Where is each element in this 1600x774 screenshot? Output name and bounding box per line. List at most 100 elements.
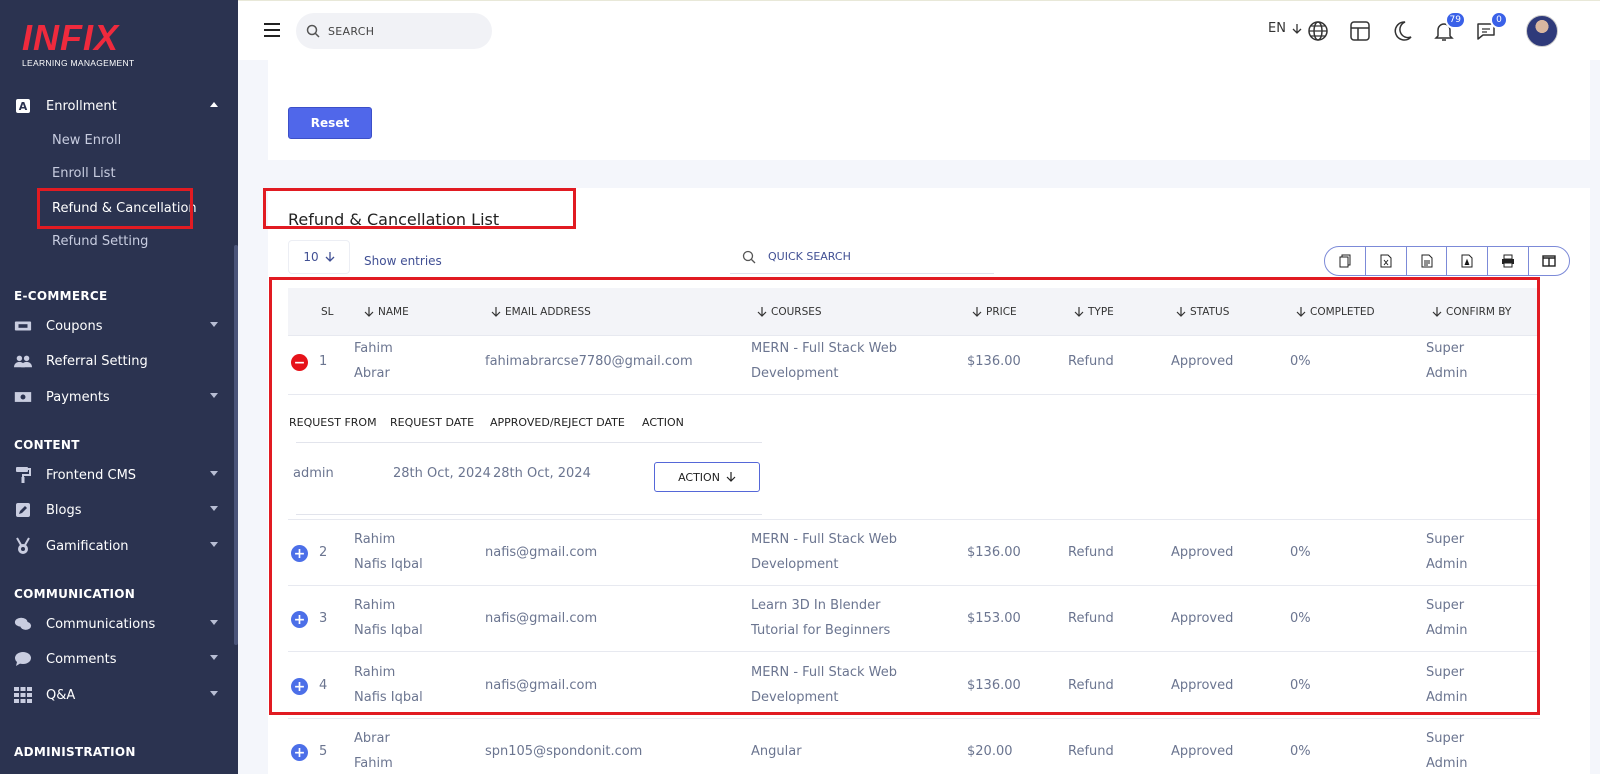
chevron-down-icon <box>210 471 218 476</box>
sidebar-item-label: Gamification <box>46 538 129 554</box>
sidebar-item-label: Comments <box>46 651 117 667</box>
layout-icon[interactable] <box>1348 19 1372 43</box>
highlight-box <box>269 277 1540 715</box>
sidebar-item-label: Blogs <box>46 502 82 518</box>
highlight-box <box>263 188 576 229</box>
sidebar-item-coupons[interactable]: Coupons <box>14 314 226 338</box>
entries-select[interactable]: 10 <box>288 240 350 274</box>
logo-text: INFIX <box>22 17 120 58</box>
pdf-icon[interactable] <box>1447 247 1489 275</box>
entries-label: Show entries <box>364 254 442 268</box>
sidebar-item-qa[interactable]: Q&A <box>14 683 226 707</box>
moon-icon[interactable] <box>1390 19 1414 43</box>
edit-icon <box>14 501 32 519</box>
money-icon <box>14 388 32 406</box>
chevron-down-icon <box>210 620 218 625</box>
chevron-down-icon <box>210 393 218 398</box>
highlight-box <box>37 188 193 229</box>
csv-icon[interactable] <box>1407 247 1448 275</box>
logo[interactable]: INFIX LEARNING MANAGEMENT <box>22 17 142 69</box>
sidebar-item-blogs[interactable]: Blogs <box>14 498 226 522</box>
refund-list-card: Refund & Cancellation List 10 Show entri… <box>263 188 1590 774</box>
export-buttons <box>1324 246 1570 276</box>
sidebar-item-enroll-list[interactable]: Enroll List <box>52 164 116 184</box>
arrow-down-icon <box>1292 23 1302 34</box>
ticket-icon <box>14 317 32 335</box>
comment-icon <box>14 650 32 668</box>
copy-icon[interactable] <box>1325 247 1366 275</box>
chevron-down-icon <box>210 322 218 327</box>
chevron-down-icon <box>210 506 218 511</box>
search-icon <box>742 250 756 263</box>
message-icon[interactable]: 0 <box>1474 11 1508 43</box>
section-title-content: CONTENT <box>14 438 80 452</box>
row-price: $20.00 <box>967 744 1013 759</box>
section-title-administration: ADMINISTRATION <box>14 745 136 759</box>
top-bar: SEARCH EN 79 0 <box>238 0 1600 60</box>
language-selector[interactable]: EN <box>1268 21 1302 36</box>
row-completed: 0% <box>1290 744 1311 759</box>
avatar[interactable] <box>1526 15 1558 47</box>
row-sl: 5 <box>319 744 328 759</box>
paint-roller-icon <box>14 466 32 484</box>
chevron-down-icon <box>210 691 218 696</box>
row-confirm-line2: Admin <box>1426 756 1468 771</box>
sidebar-item-label: Q&A <box>46 687 76 703</box>
section-title-communication: COMMUNICATION <box>14 587 136 601</box>
sidebar-item-label: Enrollment <box>46 98 117 114</box>
sidebar-scrollbar[interactable] <box>234 245 238 645</box>
chat-bubbles-icon <box>14 615 32 633</box>
quick-search-input[interactable]: QUICK SEARCH <box>730 240 994 274</box>
sidebar-item-refund-setting[interactable]: Refund Setting <box>52 232 148 252</box>
print-icon[interactable] <box>1488 247 1530 275</box>
row-email: spn105@spondonit.com <box>485 744 643 759</box>
globe-icon[interactable] <box>1306 19 1330 43</box>
sidebar-item-frontend-cms[interactable]: Frontend CMS <box>14 463 226 487</box>
entries-value: 10 <box>303 250 319 264</box>
sidebar-item-label: Payments <box>46 389 110 405</box>
notifications-badge: 79 <box>1444 11 1466 29</box>
sidebar: INFIX LEARNING MANAGEMENT A Enrollment N… <box>0 0 238 774</box>
search-input[interactable]: SEARCH <box>296 13 492 49</box>
row-type: Refund <box>1068 744 1114 759</box>
sidebar-item-comments[interactable]: Comments <box>14 647 226 671</box>
row-status: Approved <box>1171 744 1234 759</box>
search-placeholder: SEARCH <box>328 24 375 38</box>
sidebar-item-new-enroll[interactable]: New Enroll <box>52 131 121 151</box>
row-course-line1: Angular <box>751 744 802 759</box>
search-icon <box>306 24 320 38</box>
excel-icon[interactable] <box>1366 247 1407 275</box>
row-divider <box>288 718 1540 719</box>
sidebar-item-label: Frontend CMS <box>46 467 137 483</box>
sidebar-item-enrollment[interactable]: A Enrollment <box>14 94 226 118</box>
grid-icon <box>14 686 32 704</box>
quick-search-placeholder: QUICK SEARCH <box>768 250 851 263</box>
expand-row-icon[interactable]: + <box>291 744 308 761</box>
sidebar-item-label: Communications <box>46 616 156 632</box>
sidebar-item-label: Coupons <box>46 318 103 334</box>
chevron-down-icon <box>210 655 218 660</box>
chevron-down-icon <box>210 542 218 547</box>
sidebar-item-communications[interactable]: Communications <box>14 612 226 636</box>
section-title-ecommerce: E-COMMERCE <box>14 289 108 303</box>
chevron-up-icon <box>210 102 218 107</box>
sidebar-item-label: Referral Setting <box>46 353 148 369</box>
language-label: EN <box>1268 21 1286 36</box>
columns-icon[interactable] <box>1529 247 1569 275</box>
enrollment-icon: A <box>14 97 32 115</box>
users-icon <box>14 352 32 370</box>
menu-toggle-icon[interactable] <box>264 23 280 37</box>
row-name-first: Abrar <box>354 731 390 746</box>
sidebar-item-referral-setting[interactable]: Referral Setting <box>14 349 226 373</box>
arrow-down-icon <box>325 252 335 262</box>
logo-tagline: LEARNING MANAGEMENT <box>22 58 135 68</box>
row-name-last: Fahim <box>354 756 393 771</box>
medal-icon <box>14 537 32 555</box>
reset-button[interactable]: Reset <box>288 107 372 139</box>
bell-icon[interactable]: 79 <box>1432 11 1466 43</box>
sidebar-item-payments[interactable]: Payments <box>14 385 226 409</box>
filter-card: Reset <box>268 60 1590 160</box>
messages-badge: 0 <box>1490 11 1508 29</box>
row-confirm-line1: Super <box>1426 731 1465 746</box>
sidebar-item-gamification[interactable]: Gamification <box>14 534 226 558</box>
